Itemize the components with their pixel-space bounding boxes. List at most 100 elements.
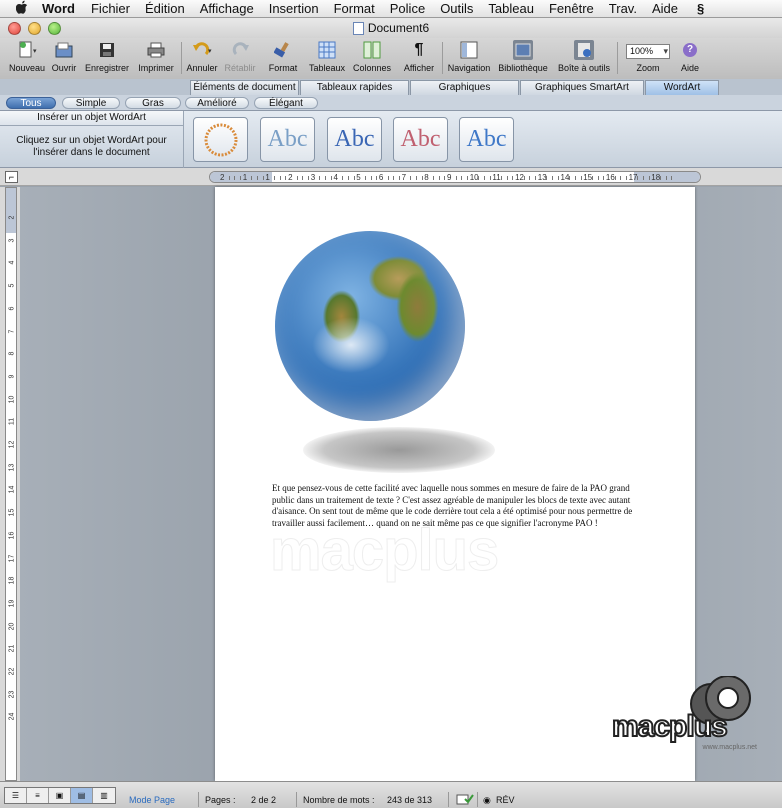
ruler-tick: [444, 176, 446, 180]
ruler-tick: [330, 176, 332, 180]
ruler-number: 17: [8, 554, 16, 562]
ruler-number: 9: [447, 173, 452, 182]
tab-wordart[interactable]: WordArt: [645, 80, 719, 95]
open-button[interactable]: Ouvrir: [48, 40, 80, 73]
zoom-window-icon[interactable]: [48, 22, 61, 35]
wordart-style-1[interactable]: Abc: [260, 117, 315, 162]
print-layout-view-icon[interactable]: ▤: [71, 788, 93, 803]
ruler-tick: [597, 176, 599, 180]
menu-format[interactable]: Format: [334, 1, 375, 16]
draft-view-icon[interactable]: ☰: [5, 788, 27, 803]
tab-smartart[interactable]: Graphiques SmartArt: [520, 80, 644, 95]
notebook-view-icon[interactable]: ▥: [93, 788, 115, 803]
ruler-number: 6: [378, 173, 384, 182]
wordart-style-2[interactable]: Abc: [327, 117, 382, 162]
category-bold[interactable]: Gras: [125, 97, 181, 109]
ruler-number: 3: [310, 173, 316, 182]
pages-value: 2 de 2: [251, 795, 277, 805]
ruler-number: 12: [515, 173, 524, 182]
wordart-style-4[interactable]: Abc: [459, 117, 514, 162]
ruler-number: 5: [356, 173, 361, 182]
columns-button[interactable]: Colonnes: [351, 40, 393, 73]
ruler-number: 11: [492, 173, 501, 182]
ruler-tick: [580, 176, 582, 180]
track-changes-label[interactable]: RÉV: [496, 795, 515, 805]
ruler-tick: [461, 176, 463, 180]
format-button[interactable]: Format: [265, 40, 301, 73]
menu-trav[interactable]: Trav.: [609, 1, 637, 16]
spelling-check-icon[interactable]: [456, 793, 474, 807]
toolbox-icon: [574, 40, 594, 60]
menu-affichage[interactable]: Affichage: [200, 1, 254, 16]
ruler-tick: [370, 176, 372, 180]
ruler-tick: [342, 176, 344, 180]
menu-insertion[interactable]: Insertion: [269, 1, 319, 16]
ruler-tick: [501, 176, 503, 180]
library-button[interactable]: Bibliothèque: [496, 40, 550, 73]
standard-toolbar: ▾ Nouveau Ouvrir Enregistrer Imprimer ▾ …: [0, 38, 782, 79]
pages-label: Pages :: [205, 795, 236, 805]
format-label: Format: [268, 63, 298, 73]
view-buttons: ☰ ≡ ▣ ▤ ▥: [4, 787, 116, 804]
apple-icon[interactable]: [14, 0, 30, 18]
ruler-number: 14: [560, 173, 570, 182]
ruler-number: 23: [8, 690, 16, 699]
ruler-number: 4: [8, 260, 16, 265]
undo-button[interactable]: ▾ Annuler: [184, 40, 220, 73]
zoom-select[interactable]: 100%: [626, 44, 670, 59]
menu-edition[interactable]: Édition: [145, 1, 185, 16]
tab-charts[interactable]: Graphiques: [410, 80, 519, 95]
menu-app-name[interactable]: Word: [42, 1, 75, 16]
script-menu-icon[interactable]: §: [697, 1, 704, 16]
minimize-window-icon[interactable]: [28, 22, 41, 35]
save-button[interactable]: Enregistrer: [82, 40, 132, 73]
publishing-view-icon[interactable]: ▣: [49, 788, 71, 803]
horizontal-ruler[interactable]: 2 1 1 2 3 4 5 6 7 8 9 10 11 12 13 14 15 16 17 18: [209, 171, 701, 183]
menu-fichier[interactable]: Fichier: [91, 1, 130, 16]
menu-outils[interactable]: Outils: [440, 1, 473, 16]
ruler-tick: [552, 176, 554, 180]
wordart-style-3[interactable]: Abc: [393, 117, 448, 162]
category-all[interactable]: Tous: [6, 97, 56, 109]
print-button[interactable]: Imprimer: [134, 40, 178, 73]
redo-label: Rétablir: [224, 63, 256, 73]
navigation-button[interactable]: Navigation: [444, 40, 494, 73]
toolbox-button[interactable]: Boîte à outils: [555, 40, 613, 73]
ruler-tick: [257, 176, 259, 180]
menu-aide[interactable]: Aide: [652, 1, 678, 16]
category-enhanced[interactable]: Amélioré: [185, 97, 249, 109]
earth-globe-image[interactable]: [275, 231, 465, 421]
zoom-label: Zoom: [636, 63, 660, 73]
help-label: Aide: [680, 63, 699, 73]
globe-shadow: [303, 427, 495, 473]
ruler-number: 21: [8, 644, 16, 653]
menu-police[interactable]: Police: [390, 1, 425, 16]
library-label: Bibliothèque: [498, 63, 548, 73]
vertical-ruler[interactable]: 2 3 4 5 6 7 8 9 10 11 12 13 14 15 16 17 18 19 20 21 22 23 24: [5, 187, 17, 781]
ruler-number: 9: [8, 374, 16, 379]
tab-document-elements[interactable]: Éléments de document: [190, 80, 299, 95]
outline-view-icon[interactable]: ≡: [27, 788, 49, 803]
wordart-style-circle[interactable]: [193, 117, 248, 162]
tab-quick-tables[interactable]: Tableaux rapides: [300, 80, 409, 95]
close-window-icon[interactable]: [8, 22, 21, 35]
ruler-number: 10: [469, 173, 479, 182]
new-button[interactable]: ▾ Nouveau: [6, 40, 48, 73]
ruler-number: 24: [8, 713, 16, 721]
status-bar: ☰ ≡ ▣ ▤ ▥ Mode Page Pages : 2 de 2 Nombr…: [0, 781, 782, 808]
redo-button[interactable]: Rétablir: [221, 40, 259, 73]
category-simple[interactable]: Simple: [62, 97, 120, 109]
category-elegant[interactable]: Élégant: [254, 97, 318, 109]
new-label: Nouveau: [8, 63, 46, 73]
ruler-tick: [659, 176, 661, 180]
menu-tableau[interactable]: Tableau: [488, 1, 534, 16]
track-changes-icon[interactable]: ◉: [483, 795, 491, 806]
status-divider: [448, 792, 449, 807]
tables-button[interactable]: Tableaux: [307, 40, 347, 73]
tab-selector-icon[interactable]: ⌐: [5, 171, 18, 183]
menu-fenetre[interactable]: Fenêtre: [549, 1, 594, 16]
show-button[interactable]: ¶ Afficher: [400, 40, 438, 73]
body-paragraph[interactable]: Et que pensez-vous de cette facilité ave…: [272, 483, 640, 529]
ruler-tick: [393, 176, 395, 180]
help-button[interactable]: ? Aide: [676, 40, 704, 73]
